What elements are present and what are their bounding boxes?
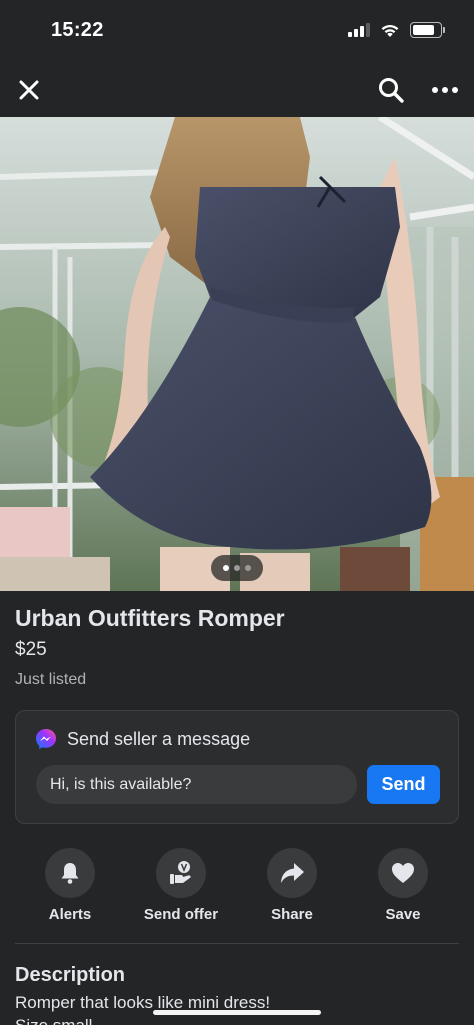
share-circle	[267, 848, 317, 898]
listing-price: $25	[15, 639, 47, 660]
more-options-button[interactable]	[425, 70, 465, 110]
product-photo-illustration	[0, 117, 474, 591]
description-line-2: Size small	[15, 1016, 92, 1025]
photo-carousel-indicator[interactable]	[211, 555, 263, 581]
heart-icon	[392, 863, 414, 883]
status-time: 15:22	[51, 19, 104, 41]
wifi-icon	[381, 24, 399, 37]
carousel-dot	[234, 565, 240, 571]
message-input[interactable]	[36, 765, 357, 804]
message-seller-card: Send seller a message Send	[15, 710, 459, 824]
close-icon	[19, 80, 39, 100]
home-indicator[interactable]	[153, 1010, 321, 1015]
search-button[interactable]	[371, 70, 411, 110]
carousel-dot-active	[223, 565, 229, 571]
send-offer-label: Send offer	[143, 906, 219, 923]
message-seller-title: Send seller a message	[67, 728, 251, 749]
offer-icon	[170, 861, 191, 884]
alerts-button[interactable]: Alerts	[20, 848, 120, 923]
message-seller-header: Send seller a message	[35, 728, 250, 750]
section-divider	[15, 943, 459, 944]
save-label: Save	[385, 906, 421, 923]
carousel-dot	[245, 565, 251, 571]
top-navigation	[0, 62, 474, 117]
status-bar: 15:22	[0, 0, 474, 62]
description-heading: Description	[15, 964, 126, 986]
share-label: Share	[271, 906, 313, 923]
share-button[interactable]: Share	[242, 848, 342, 923]
listing-title: Urban Outfitters Romper	[15, 605, 285, 631]
send-button[interactable]: Send	[367, 765, 440, 804]
battery-icon	[410, 22, 445, 38]
cellular-signal-icon	[348, 23, 370, 37]
save-button[interactable]: Save	[353, 848, 453, 923]
send-offer-button[interactable]: Send offer	[131, 848, 231, 923]
messenger-icon	[36, 729, 56, 749]
share-icon	[281, 863, 304, 883]
status-icons	[348, 22, 445, 38]
close-button[interactable]	[9, 70, 49, 110]
alerts-label: Alerts	[48, 906, 92, 923]
bell-icon	[61, 863, 79, 884]
more-options-icon	[432, 87, 458, 93]
search-icon	[379, 78, 404, 103]
alerts-circle	[45, 848, 95, 898]
save-circle	[378, 848, 428, 898]
product-photo[interactable]	[0, 117, 474, 591]
listing-time: Just listed	[15, 671, 87, 688]
marketplace-listing-screen: 15:22 Urban Outfitters Romper $25 Just l…	[0, 0, 474, 1025]
send-offer-circle	[156, 848, 206, 898]
